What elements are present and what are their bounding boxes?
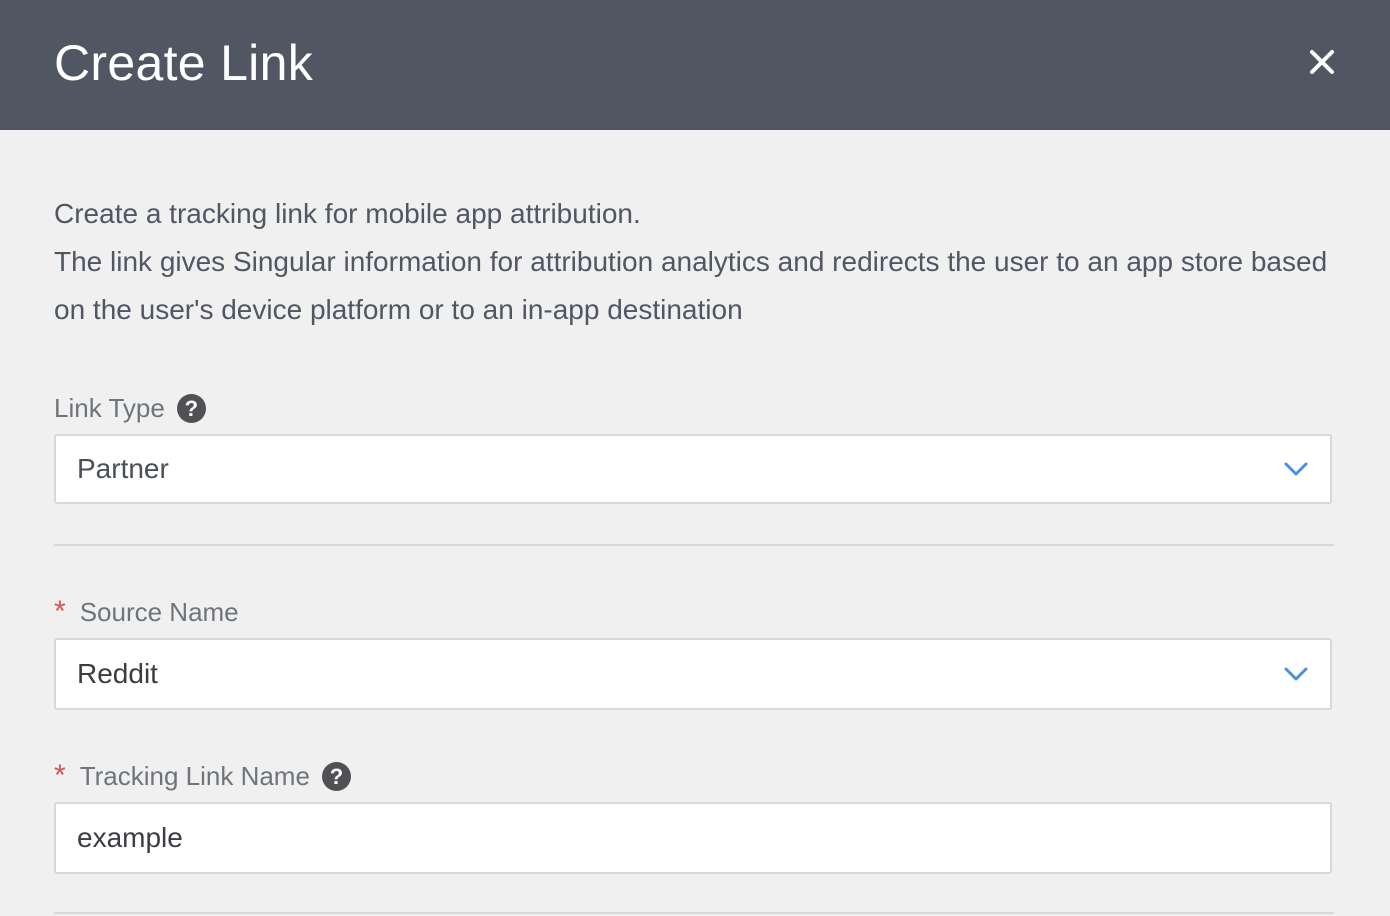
source-name-select[interactable]: Reddit <box>54 638 1332 710</box>
modal-title: Create Link <box>54 35 313 91</box>
section-divider <box>54 912 1334 914</box>
help-icon[interactable]: ? <box>321 761 351 791</box>
tracking-link-name-input[interactable]: example <box>54 802 1332 874</box>
link-type-value: Partner <box>77 453 169 484</box>
tracking-link-name-label: Tracking Link Name <box>79 761 310 791</box>
modal-header: Create Link <box>0 0 1390 130</box>
link-type-select[interactable]: Partner <box>54 434 1332 504</box>
close-button[interactable] <box>1302 42 1342 82</box>
help-icon[interactable]: ? <box>176 393 206 423</box>
intro-description: Create a tracking link for mobile app at… <box>54 190 1344 334</box>
close-icon <box>1310 50 1334 74</box>
chevron-down-icon <box>1284 667 1308 681</box>
tracking-link-name-value: example <box>77 822 183 853</box>
section-divider <box>54 544 1334 546</box>
link-type-label-row: Link Type ? <box>54 392 206 424</box>
source-name-value: Reddit <box>77 658 158 689</box>
intro-line-2: The link gives Singular information for … <box>54 246 1328 325</box>
link-type-label: Link Type <box>54 393 165 423</box>
required-marker: * <box>54 759 66 792</box>
required-marker: * <box>54 595 66 628</box>
source-name-label-row: * Source Name <box>54 596 239 628</box>
tracking-link-name-label-row: * Tracking Link Name ? <box>54 760 351 792</box>
source-name-label: Source Name <box>79 597 239 627</box>
intro-line-1: Create a tracking link for mobile app at… <box>54 198 641 229</box>
chevron-down-icon <box>1284 462 1308 476</box>
